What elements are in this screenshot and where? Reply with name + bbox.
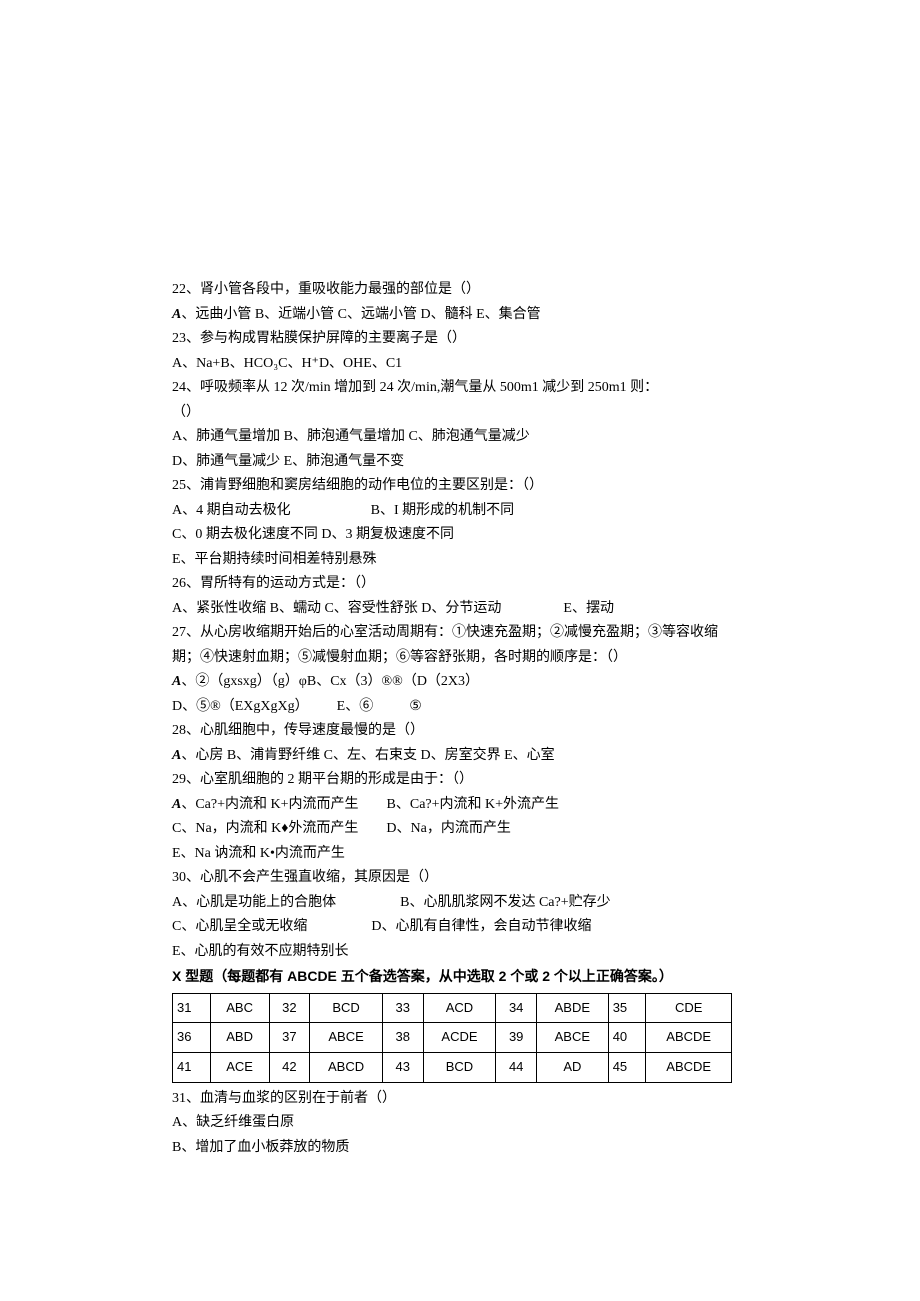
q29-a: 、Ca?+内流和 K+内流而产生 (181, 797, 358, 812)
q28-options: A、心房 B、浦肯野纤维 C、左、右束支 D、房室交界 E、心室 (172, 744, 752, 769)
table-row: 36 ABD 37 ABCE 38 ACDE 39 ABCE 40 ABCDE (173, 1023, 732, 1053)
q31-a: A、缺乏纤维蛋白原 (172, 1111, 752, 1136)
q22-options: A、远曲小管 B、近端小管 C、远端小管 D、髓科 E、集合管 (172, 303, 752, 328)
q31-b: B、增加了血小板莽放的物质 (172, 1136, 752, 1161)
q25-e: E、平台期持续时间相差特别悬殊 (172, 548, 752, 573)
q28-opts-text: 、心房 B、浦肯野纤维 C、左、右束支 D、房室交界 E、心室 (181, 748, 554, 763)
cell: 37 (269, 1023, 310, 1053)
cell: 35 (608, 993, 646, 1023)
q30-e: E、心肌的有效不应期特别长 (172, 940, 752, 965)
cell: ABCE (537, 1023, 609, 1053)
cell: 39 (496, 1023, 537, 1053)
q25-text: 25、浦肯野细胞和窦房结细胞的动作电位的主要区别是：（） (172, 474, 752, 499)
q26-text: 26、胃所特有的运动方式是：（） (172, 572, 752, 597)
q25-ab: A、4 期自动去极化 B、I 期形成的机制不同 (172, 499, 752, 524)
q22-text: 22、肾小管各段中，重吸收能力最强的部位是（） (172, 278, 752, 303)
cell: ABCD (310, 1053, 383, 1083)
q26-opts-main: A、紧张性收缩 B、蠕动 C、容受性舒张 D、分节运动 (172, 601, 501, 616)
q23-options: A、Na+B、HCO₃C、H⁺D、OHE、C1 (172, 352, 752, 377)
q30-d: D、心肌有自律性，会自动节律收缩 (371, 919, 591, 934)
cell: 44 (496, 1053, 537, 1083)
cell: 32 (269, 993, 310, 1023)
q27-a-text: 、②（gxsxg）（g）φB、Cx（3）®®（D（2X3） (181, 674, 479, 689)
q29-cd: C、Na，内流和 K♦外流而产生 D、Na，内流而产生 (172, 817, 752, 842)
q24-options-1: A、肺通气量增加 B、肺泡通气量增加 C、肺泡通气量减少 (172, 425, 752, 450)
cell: ABCDE (646, 1053, 732, 1083)
cell: 33 (382, 993, 423, 1023)
q27-f: ⑤ (409, 699, 422, 714)
cell: 34 (496, 993, 537, 1023)
cell: ABC (210, 993, 269, 1023)
q26-options: A、紧张性收缩 B、蠕动 C、容受性舒张 D、分节运动 E、摆动 (172, 597, 752, 622)
cell: ACE (210, 1053, 269, 1083)
cell: BCD (423, 1053, 496, 1083)
cell: 38 (382, 1023, 423, 1053)
cell: ABCE (310, 1023, 383, 1053)
opt-label-a: A (172, 797, 181, 812)
table-row: 31 ABC 32 BCD 33 ACD 34 ABDE 35 CDE (173, 993, 732, 1023)
cell: ABD (210, 1023, 269, 1053)
q29-d: D、Na，内流而产生 (386, 821, 510, 836)
cell: 42 (269, 1053, 310, 1083)
q27-text-1: 27、从心房收缩期开始后的心室活动周期有：①快速充盈期；②减慢充盈期；③等容收缩 (172, 621, 752, 646)
q28-text: 28、心肌细胞中，传导速度最慢的是（） (172, 719, 752, 744)
document-page: 22、肾小管各段中，重吸收能力最强的部位是（） A、远曲小管 B、近端小管 C、… (172, 278, 752, 1160)
opt-label-a: A (172, 307, 181, 322)
cell: CDE (646, 993, 732, 1023)
q31-text: 31、血清与血浆的区别在于前者（） (172, 1087, 752, 1112)
q23-text: 23、参与构成胃粘膜保护屏障的主要离子是（） (172, 327, 752, 352)
cell: 36 (173, 1023, 211, 1053)
cell: 41 (173, 1053, 211, 1083)
q30-c: C、心肌呈全或无收缩 (172, 919, 307, 934)
q29-e: E、Na 讷流和 K•内流而产生 (172, 842, 752, 867)
q25-a: A、4 期自动去极化 (172, 503, 291, 518)
x-section-heading: X 型题（每题都有 ABCDE 五个备选答案，从中选取 2 个或 2 个以上正确… (172, 964, 752, 989)
q27-d: D、⑤®（EXgXgXg） (172, 699, 309, 714)
q26-e: E、摆动 (563, 601, 614, 616)
q29-text: 29、心室肌细胞的 2 期平台期的形成是由于：（） (172, 768, 752, 793)
q27-a: A、②（gxsxg）（g）φB、Cx（3）®®（D（2X3） (172, 670, 752, 695)
q30-cd: C、心肌呈全或无收缩 D、心肌有自律性，会自动节律收缩 (172, 915, 752, 940)
cell: ABDE (537, 993, 609, 1023)
q24-text2: （） (172, 401, 752, 426)
cell: 43 (382, 1053, 423, 1083)
q27-de: D、⑤®（EXgXgXg） E、⑥ ⑤ (172, 695, 752, 720)
cell: 45 (608, 1053, 646, 1083)
q30-a: A、心肌是功能上的合胞体 (172, 895, 336, 910)
q27-text-2: 期；④快速射血期；⑤减慢射血期；⑥等容舒张期，各时期的顺序是：（） (172, 646, 752, 671)
table-row: 41 ACE 42 ABCD 43 BCD 44 AD 45 ABCDE (173, 1053, 732, 1083)
q24-options-2: D、肺通气量减少 E、肺泡通气量不变 (172, 450, 752, 475)
cell: BCD (310, 993, 383, 1023)
cell: ACD (423, 993, 496, 1023)
cell: 31 (173, 993, 211, 1023)
q25-cd: C、0 期去极化速度不同 D、3 期复极速度不同 (172, 523, 752, 548)
opt-label-a: A (172, 674, 181, 689)
opt-label-a: A (172, 748, 181, 763)
q29-b: B、Ca?+内流和 K+外流产生 (387, 797, 560, 812)
q30-b: B、心肌肌浆网不发达 Ca?+贮存少 (400, 895, 611, 910)
cell: ABCDE (646, 1023, 732, 1053)
cell: AD (537, 1053, 609, 1083)
q29-c: C、Na，内流和 K♦外流而产生 (172, 821, 358, 836)
q27-e: E、⑥ (337, 699, 374, 714)
q30-text: 30、心肌不会产生强直收缩，其原因是（） (172, 866, 752, 891)
q30-ab: A、心肌是功能上的合胞体 B、心肌肌浆网不发达 Ca?+贮存少 (172, 891, 752, 916)
answer-table: 31 ABC 32 BCD 33 ACD 34 ABDE 35 CDE 36 A… (172, 993, 732, 1083)
cell: 40 (608, 1023, 646, 1053)
q22-opts-text: 、远曲小管 B、近端小管 C、远端小管 D、髓科 E、集合管 (181, 307, 540, 322)
cell: ACDE (423, 1023, 496, 1053)
q24-text: 24、呼吸频率从 12 次/min 增加到 24 次/min,潮气量从 500m… (172, 376, 752, 401)
q25-b: B、I 期形成的机制不同 (371, 503, 515, 518)
q29-ab: A、Ca?+内流和 K+内流而产生 B、Ca?+内流和 K+外流产生 (172, 793, 752, 818)
